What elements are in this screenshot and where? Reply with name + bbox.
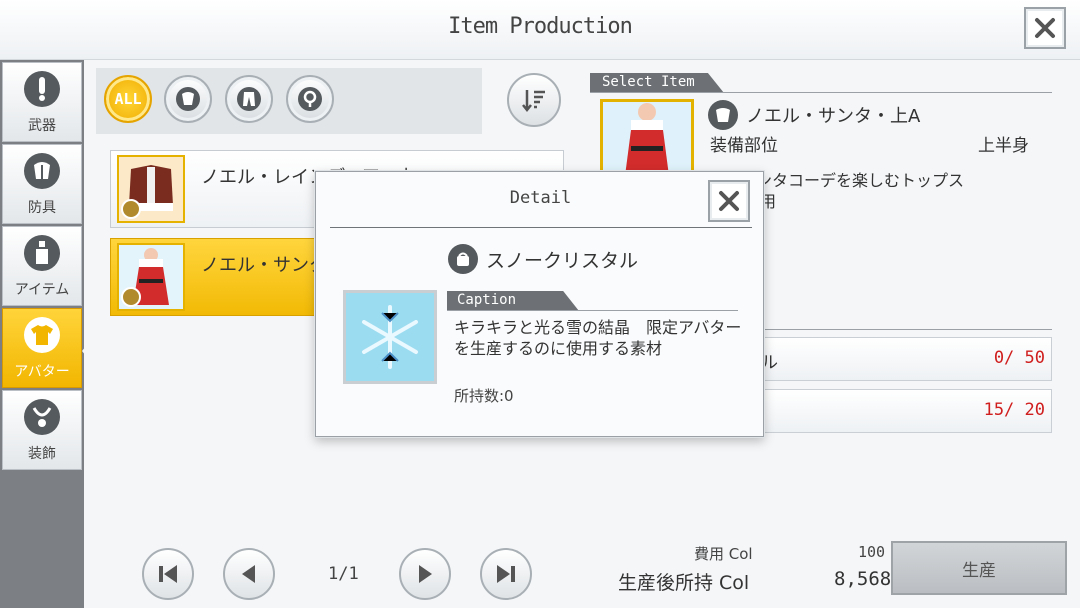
prev-page-button[interactable] [223,548,275,600]
modal-title: Detail [509,188,572,208]
tab-accessory[interactable]: 装飾 [2,390,82,470]
last-page-button[interactable] [480,548,532,600]
cost-label: 費用 Col [694,545,753,563]
caption-text: キラキラと光る雪の結晶 限定アバターを生産するのに使用する素材 [454,318,742,358]
equip-slot-label: 装備部位 [710,136,778,156]
close-icon [1035,18,1055,38]
tab-label: アイテム [14,282,70,298]
modal-close-button[interactable] [708,180,750,222]
after-production-value: 8,568 [834,568,892,590]
filter-accessory-button[interactable] [286,75,334,123]
page-title: Item Production [448,14,633,39]
owned-count: 所持数:0 [454,387,514,405]
top-icon [176,87,200,111]
active-tab-pointer [82,329,100,373]
tab-avatar[interactable]: アバター [2,308,82,388]
title-bar: Item Production [0,0,1080,60]
tab-item[interactable]: アイテム [2,226,82,306]
item-production-screen: Item Production 武器 防具 アイテム アバター 装飾 ALL ノ… [0,0,1080,608]
avatar-badge-icon [121,199,141,219]
close-button[interactable] [1024,7,1066,49]
divider [330,227,752,228]
skip-last-icon [497,565,515,583]
cost-value: 100 [858,543,886,561]
selected-item-name: ノエル・サンタ・上A [746,106,921,127]
filter-bar: ALL [96,68,482,134]
tab-label: 武器 [28,118,56,134]
tab-armor[interactable]: 防具 [2,144,82,224]
accessory-icon [298,87,322,111]
next-icon [419,565,432,583]
potion-icon [24,235,60,271]
after-production-label: 生産後所持 Col [618,572,750,594]
filter-all-button[interactable]: ALL [104,75,152,123]
top-icon [708,100,738,130]
caption-header: Caption [447,291,579,311]
sort-button[interactable] [507,73,561,127]
snow-crystal-thumbnail [343,290,437,384]
first-page-button[interactable] [142,548,194,600]
equip-slot-value: 上半身 [978,136,1029,156]
divider [590,92,1052,93]
material-count: 0/ 50 [993,348,1045,368]
divider [447,310,738,311]
bottom-icon [237,87,261,111]
filter-all-label: ALL [114,90,142,108]
tab-label: 装飾 [28,446,56,462]
tab-label: アバター [14,364,70,380]
material-count: 15/ 20 [983,400,1045,420]
selected-item-thumbnail [600,99,694,179]
sword-icon [24,71,60,107]
next-page-button[interactable] [399,548,451,600]
tab-weapon[interactable]: 武器 [2,62,82,142]
tab-label: 防具 [28,200,56,216]
prev-icon [242,565,255,583]
select-item-header: Select Item [590,73,724,93]
material-name: スノークリスタル [486,250,639,272]
item-thumbnail [117,155,185,223]
filter-bottom-button[interactable] [225,75,273,123]
necklace-icon [24,399,60,435]
skip-first-icon [159,565,177,583]
material-bag-icon [448,244,478,274]
item-thumbnail [117,243,185,311]
sort-icon [522,90,545,113]
close-icon [719,191,739,211]
avatar-badge-icon [121,287,141,307]
produce-button[interactable]: 生産 [891,541,1067,595]
shirt-icon [24,317,60,353]
page-indicator: 1/1 [328,564,359,584]
detail-modal: Detail スノークリスタル Caption キラキラと光る雪の結晶 限定アバ… [315,171,764,437]
armor-icon [24,153,60,189]
filter-top-button[interactable] [164,75,212,123]
